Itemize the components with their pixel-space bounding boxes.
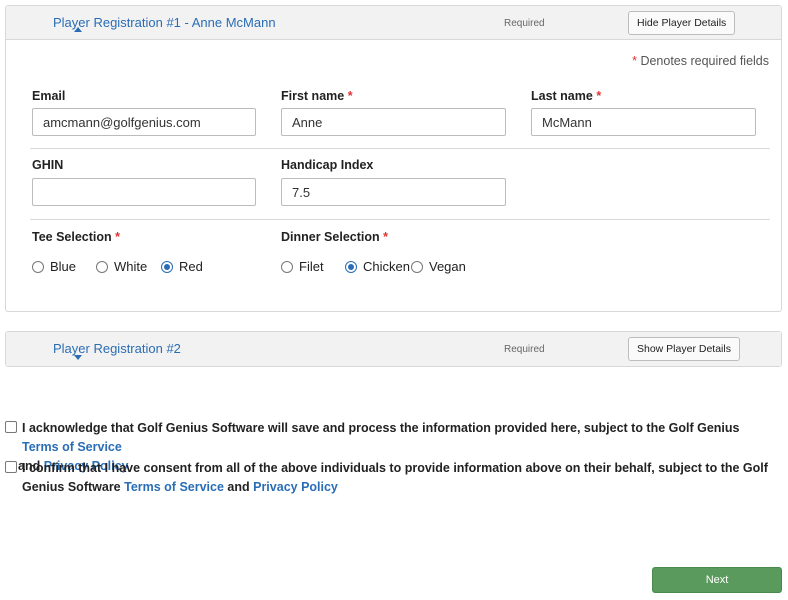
next-button[interactable]: Next	[652, 567, 782, 593]
handicap-index-field[interactable]	[281, 178, 506, 206]
dinner-selection-label: Dinner Selection *	[281, 230, 388, 244]
required-label-2: Required	[504, 344, 545, 355]
panel-header-2: Player Registration #2 Required Show Pla…	[6, 332, 781, 366]
terms-of-service-link[interactable]: Terms of Service	[124, 480, 224, 494]
toggle-player-2-link[interactable]: Player Registration #2	[40, 341, 181, 360]
dinner-option-vegan[interactable]: Vegan	[411, 259, 466, 274]
first-name-field[interactable]	[281, 108, 506, 136]
hide-player-details-button[interactable]: Hide Player Details	[628, 11, 736, 35]
tee-option-white[interactable]: White	[96, 259, 147, 274]
player-registration-panel-2: Player Registration #2 Required Show Pla…	[5, 331, 782, 367]
divider	[30, 148, 770, 149]
dinner-option-chicken[interactable]: Chicken	[345, 259, 410, 274]
tee-selection-label: Tee Selection *	[32, 230, 121, 244]
required-fields-note-text: Denotes required fields	[640, 54, 769, 68]
radio-icon[interactable]	[96, 260, 108, 273]
panel-title-1[interactable]: Player Registration #1 - Anne McMann	[53, 15, 276, 30]
confirm-text: I confirm that I have consent from all o…	[22, 461, 768, 494]
required-label-1: Required	[504, 18, 545, 29]
last-name-label: Last name *	[531, 89, 602, 103]
handicap-index-label: Handicap Index	[281, 158, 374, 172]
privacy-policy-link[interactable]: Privacy Policy	[253, 480, 338, 494]
chevron-down-icon	[74, 355, 82, 360]
dinner-option-filet[interactable]: Filet	[281, 259, 324, 274]
ghin-field[interactable]	[32, 178, 256, 206]
tee-option-blue[interactable]: Blue	[32, 259, 76, 274]
terms-of-service-link[interactable]: Terms of Service	[22, 440, 122, 454]
chevron-up-icon	[74, 27, 82, 32]
radio-icon[interactable]	[32, 260, 44, 273]
show-player-details-button[interactable]: Show Player Details	[628, 337, 740, 361]
radio-icon[interactable]	[281, 260, 293, 273]
last-name-field[interactable]	[531, 108, 756, 136]
toggle-player-1-link[interactable]: Player Registration #1 - Anne McMann	[40, 15, 276, 32]
radio-checked-icon[interactable]	[345, 260, 357, 273]
panel-title-2[interactable]: Player Registration #2	[53, 341, 181, 356]
first-name-label: First name *	[281, 89, 353, 103]
tee-option-red[interactable]: Red	[161, 259, 203, 274]
ghin-label: GHIN	[32, 158, 64, 172]
required-fields-note: * Denotes required fields	[632, 54, 769, 68]
confirm-consent: I confirm that I have consent from all o…	[5, 459, 775, 497]
required-star: *	[632, 54, 637, 68]
panel-header-1: Player Registration #1 - Anne McMann Req…	[6, 6, 781, 40]
player-registration-panel-1: Player Registration #1 - Anne McMann Req…	[5, 5, 782, 312]
radio-icon[interactable]	[411, 260, 423, 273]
divider	[30, 219, 770, 220]
radio-checked-icon[interactable]	[161, 260, 173, 273]
email-label: Email	[32, 89, 66, 103]
acknowledge-checkbox[interactable]	[5, 421, 17, 433]
email-field[interactable]	[32, 108, 256, 136]
confirm-checkbox[interactable]	[5, 461, 17, 473]
